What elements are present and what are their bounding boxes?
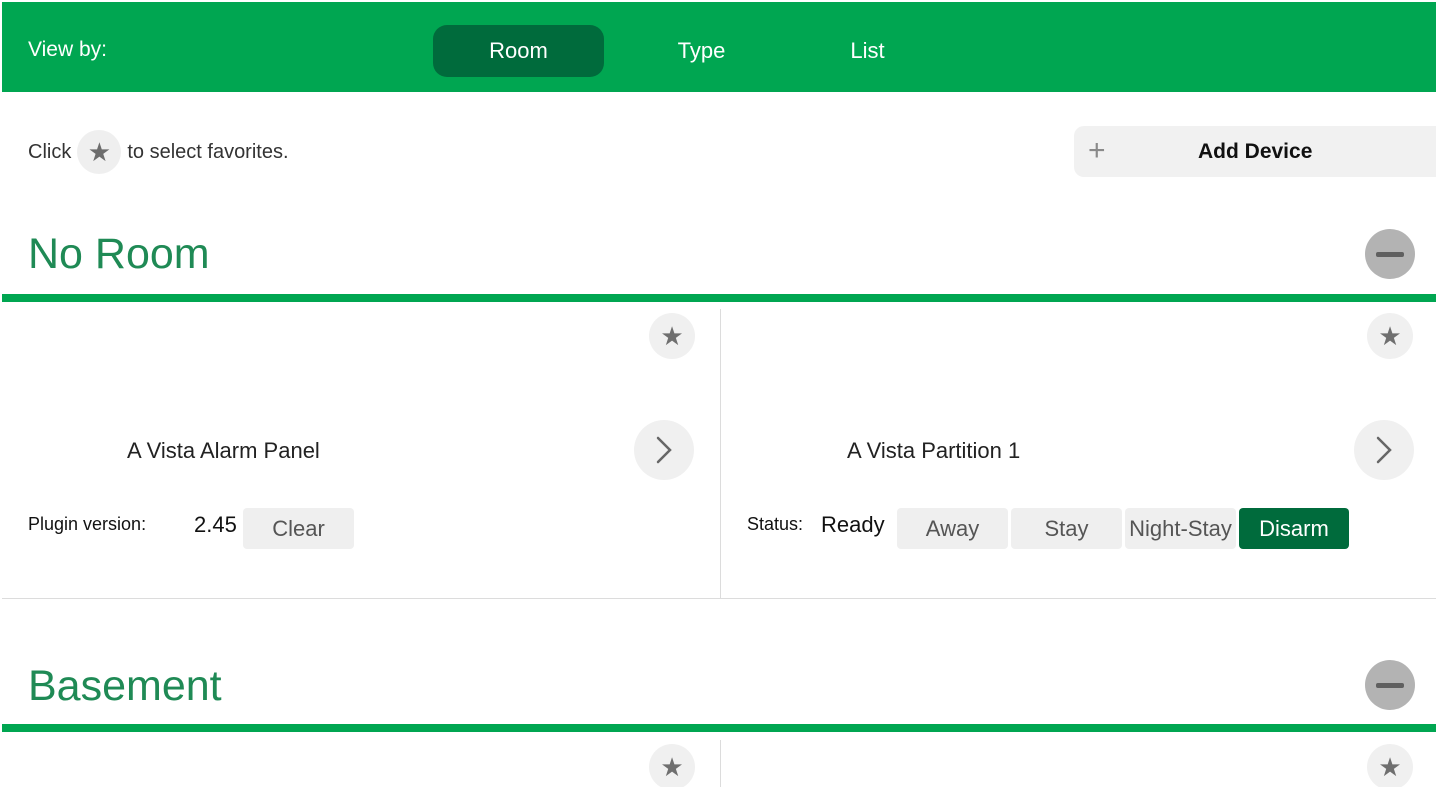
favorite-star-button[interactable]: ★ xyxy=(649,744,695,787)
card-divider xyxy=(720,309,721,598)
tab-room[interactable]: Room xyxy=(433,25,604,77)
device-name: A Vista Alarm Panel xyxy=(127,438,320,463)
tab-type[interactable]: Type xyxy=(616,25,787,77)
star-icon: ★ xyxy=(77,130,122,174)
chevron-right-icon xyxy=(656,436,672,464)
status-value: Ready xyxy=(821,512,885,537)
add-device-button[interactable]: + Add Device xyxy=(1074,126,1436,177)
tab-list[interactable]: List xyxy=(782,25,953,77)
collapse-room-button[interactable] xyxy=(1365,660,1415,710)
clear-button[interactable]: Clear xyxy=(243,508,354,549)
status-label: Status: xyxy=(747,514,804,534)
plugin-version-value: 2.45 xyxy=(194,512,237,537)
device-details-button[interactable] xyxy=(634,420,694,480)
collapse-room-button[interactable] xyxy=(1365,229,1415,279)
minus-icon xyxy=(1376,251,1404,257)
room-bottom-divider xyxy=(2,598,1436,599)
card-divider xyxy=(720,740,721,787)
room-title-no-room: No Room xyxy=(28,230,210,278)
room-divider xyxy=(2,724,1436,732)
disarm-button[interactable]: Disarm xyxy=(1239,508,1349,549)
device-name: A Vista Partition 1 xyxy=(847,438,1021,463)
hint-suffix: to select favorites. xyxy=(127,140,289,163)
add-device-label: Add Device xyxy=(1198,140,1313,163)
plugin-version-label: Plugin version: xyxy=(28,514,147,534)
night-stay-button[interactable]: Night-Stay xyxy=(1125,508,1236,549)
favorite-star-button[interactable]: ★ xyxy=(649,313,695,359)
view-by-bar: View by: Room Type List xyxy=(2,2,1436,92)
plus-icon: + xyxy=(1088,134,1106,167)
favorite-star-button[interactable]: ★ xyxy=(1367,744,1413,787)
favorites-hint: Click ★ to select favorites. xyxy=(28,130,289,174)
away-button[interactable]: Away xyxy=(897,508,1008,549)
room-divider xyxy=(2,294,1436,302)
device-details-button[interactable] xyxy=(1354,420,1414,480)
view-by-label: View by: xyxy=(28,38,107,61)
hint-prefix: Click xyxy=(28,140,72,163)
room-title-basement: Basement xyxy=(28,662,222,710)
stay-button[interactable]: Stay xyxy=(1011,508,1122,549)
chevron-right-icon xyxy=(1376,436,1392,464)
favorite-star-button[interactable]: ★ xyxy=(1367,313,1413,359)
minus-icon xyxy=(1376,682,1404,688)
